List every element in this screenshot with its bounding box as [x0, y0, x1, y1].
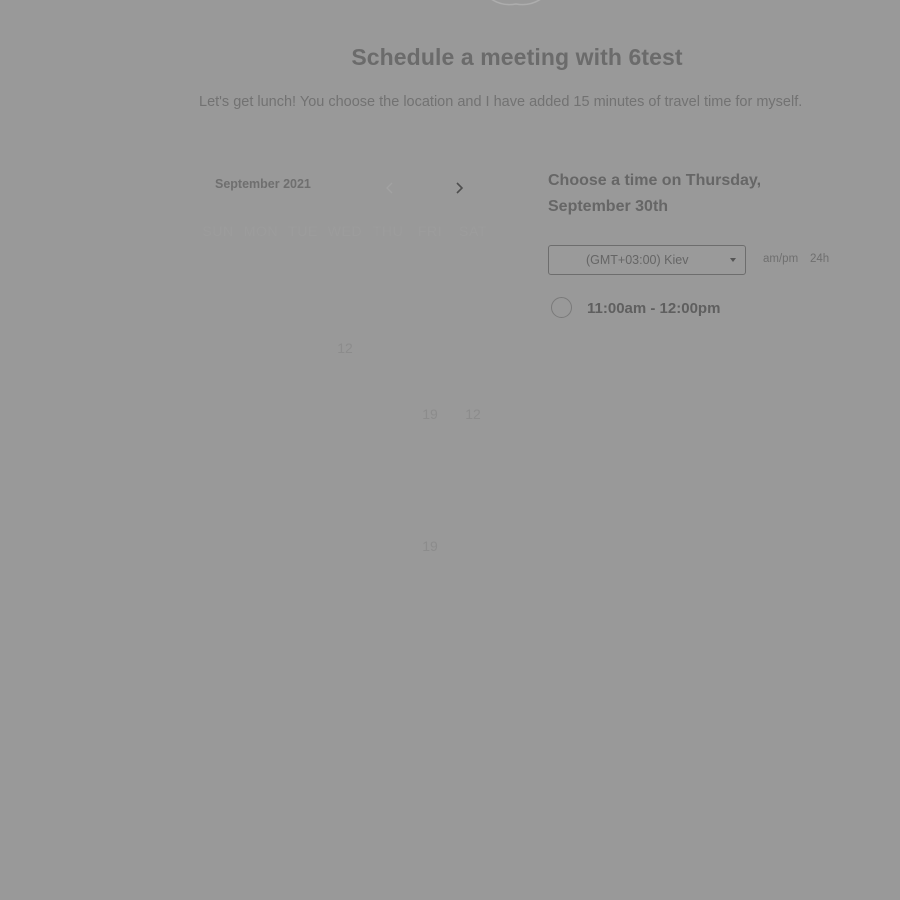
page-subtitle: Let's get lunch! You choose the location… — [199, 94, 803, 110]
calendar-day[interactable]: 12 — [458, 402, 488, 426]
scheduling-page: Schedule a meeting with 6test Let's get … — [0, 0, 900, 900]
dropdown-caret-icon — [730, 258, 736, 262]
calendar-day[interactable]: 19 — [415, 402, 445, 426]
chevron-right-icon — [456, 182, 464, 194]
next-month-button[interactable] — [450, 178, 470, 198]
time-slot[interactable]: 11:00am - 12:00pm — [551, 297, 791, 323]
weekday-label: MON — [243, 223, 279, 239]
previous-month-button[interactable] — [380, 178, 400, 198]
time-format-ampm[interactable]: am/pm — [763, 253, 798, 265]
weekday-label: TUE — [288, 223, 318, 239]
timezone-select[interactable]: (GMT+03:00) Kiev — [548, 245, 746, 275]
timezone-value: (GMT+03:00) Kiev — [586, 253, 689, 267]
time-slot-radio[interactable] — [551, 297, 572, 318]
weekday-label: FRI — [417, 223, 443, 239]
chevron-left-icon — [386, 182, 393, 194]
avatar-icon — [491, 0, 541, 6]
calendar-day[interactable]: 19 — [415, 534, 445, 558]
page-title: Schedule a meeting with 6test — [351, 44, 683, 70]
time-format-24h[interactable]: 24h — [810, 253, 829, 265]
calendar-day[interactable]: 12 — [330, 336, 360, 360]
weekday-label: SAT — [459, 223, 487, 239]
time-picker-heading: Choose a time on Thursday, September 30t… — [548, 172, 762, 215]
time-slot-label: 11:00am - 12:00pm — [587, 300, 721, 317]
weekday-label: WED — [327, 223, 363, 239]
weekday-label: THU — [372, 223, 404, 239]
weekday-label: SUN — [202, 223, 234, 239]
calendar-month-label: September 2021 — [215, 177, 311, 191]
